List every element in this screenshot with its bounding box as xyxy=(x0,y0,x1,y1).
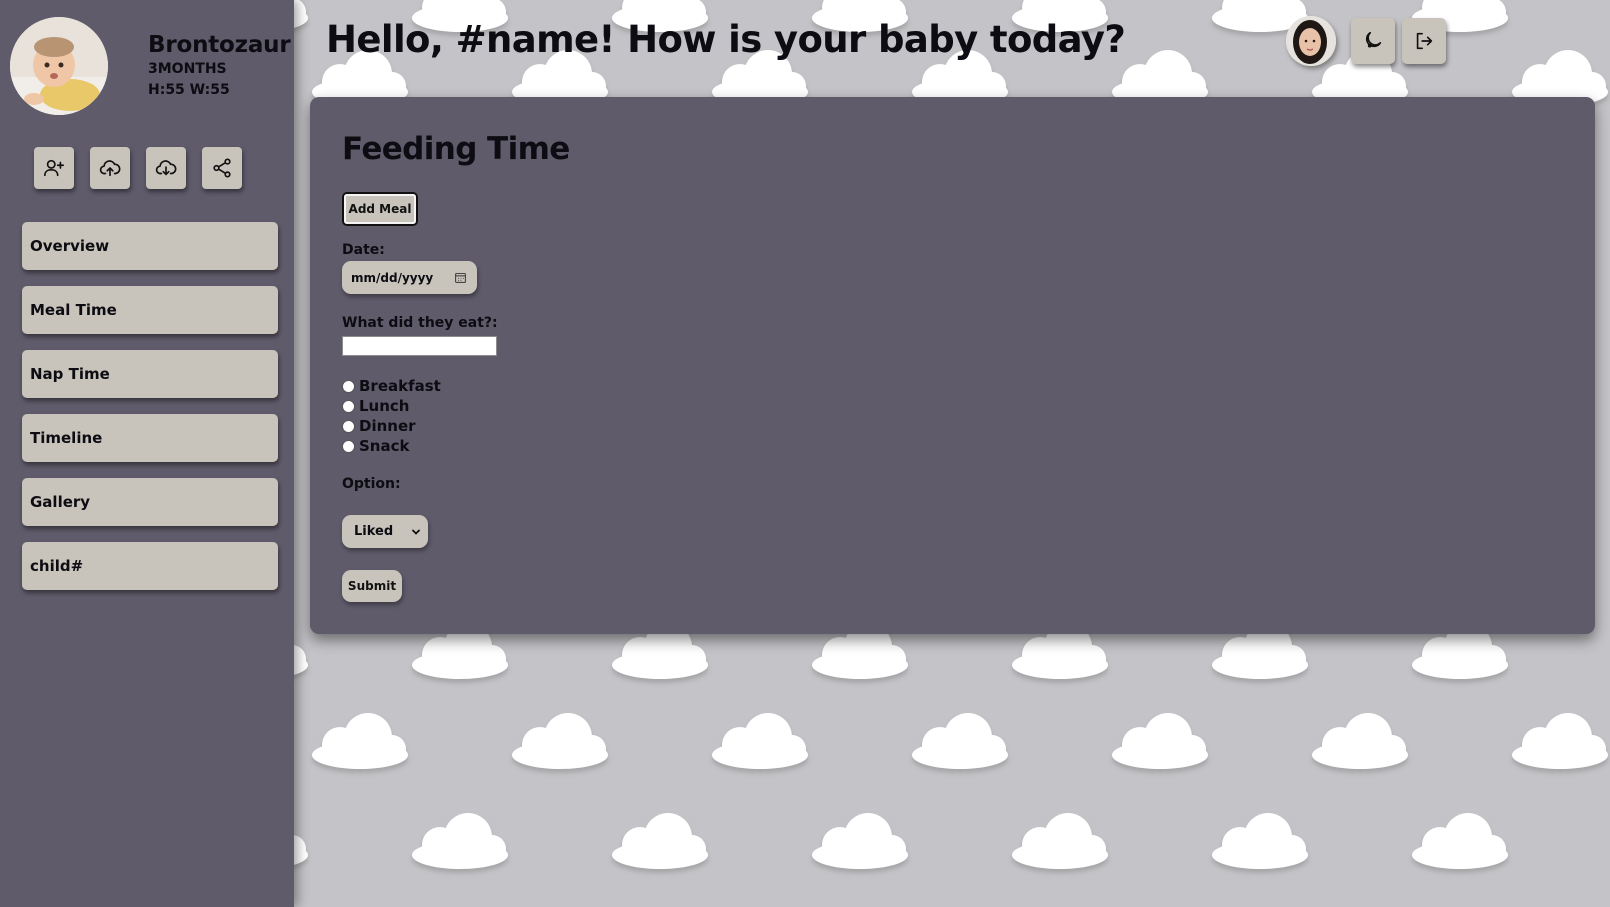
cloud-shape xyxy=(412,813,508,869)
baby-info: Brontozaur 3MONTHS H:55 W:55 xyxy=(148,32,291,100)
cloud-upload-icon xyxy=(99,160,121,177)
radio-button[interactable] xyxy=(342,439,355,453)
moon-icon xyxy=(1365,31,1382,48)
sidebar-item-gallery[interactable]: Gallery xyxy=(22,478,278,526)
cloud-download-icon xyxy=(155,160,177,176)
sidebar-actions xyxy=(34,147,242,189)
calendar-icon[interactable] xyxy=(454,271,467,284)
cloud-shape xyxy=(1512,713,1608,769)
logout-button[interactable] xyxy=(1402,18,1446,64)
cloud-shape xyxy=(812,813,908,869)
sidebar-item-timeline[interactable]: Timeline xyxy=(22,414,278,462)
baby-measurements: H:55 W:55 xyxy=(148,82,230,98)
date-input[interactable]: mm/dd/yyyy xyxy=(342,261,477,294)
baby-photo-image xyxy=(10,17,108,115)
sidebar-item-child[interactable]: child# xyxy=(22,542,278,590)
sidebar-item-meal-time[interactable]: Meal Time xyxy=(22,286,278,334)
radio-snack[interactable]: Snack xyxy=(342,436,441,456)
radio-label: Breakfast xyxy=(359,377,441,395)
upload-button[interactable] xyxy=(90,147,130,189)
radio-button[interactable] xyxy=(342,419,355,433)
baby-name: Brontozaur xyxy=(148,32,291,58)
cloud-shape xyxy=(1212,813,1308,869)
cloud-shape xyxy=(1412,813,1508,869)
add-user-icon xyxy=(44,159,64,177)
add-meal-button[interactable]: Add Meal xyxy=(342,192,418,226)
theme-toggle-button[interactable] xyxy=(1351,18,1395,64)
date-placeholder: mm/dd/yyyy xyxy=(351,270,434,285)
cloud-shape xyxy=(1112,713,1208,769)
radio-button[interactable] xyxy=(342,399,355,413)
cloud-shape xyxy=(1312,713,1408,769)
radio-label: Snack xyxy=(359,437,410,455)
radio-dinner[interactable]: Dinner xyxy=(342,416,441,436)
option-label: Option: xyxy=(342,476,401,492)
cloud-shape xyxy=(612,813,708,869)
feeding-panel: Feeding Time Add Meal Date: mm/dd/yyyy W… xyxy=(310,97,1595,634)
radio-breakfast[interactable]: Breakfast xyxy=(342,376,441,396)
chevron-down-icon xyxy=(412,529,420,535)
radio-button[interactable] xyxy=(342,379,355,393)
cloud-shape xyxy=(512,713,608,769)
submit-button[interactable]: Submit xyxy=(342,570,402,602)
cloud-shape xyxy=(312,713,408,769)
page-greeting: Hello, #name! How is your baby today? xyxy=(326,18,1126,61)
radio-lunch[interactable]: Lunch xyxy=(342,396,441,416)
user-avatar[interactable] xyxy=(1286,16,1336,66)
meal-type-radio-group: Breakfast Lunch Dinner Snack xyxy=(342,376,441,456)
share-icon xyxy=(213,158,231,178)
add-child-button[interactable] xyxy=(34,147,74,189)
sidebar: Brontozaur 3MONTHS H:55 W:55 Overview Me… xyxy=(0,0,294,907)
radio-label: Lunch xyxy=(359,397,410,415)
baby-avatar[interactable] xyxy=(10,17,108,115)
sidebar-nav: Overview Meal Time Nap Time Timeline Gal… xyxy=(22,222,278,606)
logout-icon xyxy=(1416,32,1433,50)
sidebar-item-nap-time[interactable]: Nap Time xyxy=(22,350,278,398)
cloud-shape xyxy=(912,713,1008,769)
option-selected-value: Liked xyxy=(354,524,394,539)
option-select[interactable]: Liked xyxy=(342,515,428,548)
date-label: Date: xyxy=(342,242,385,258)
sidebar-item-overview[interactable]: Overview xyxy=(22,222,278,270)
download-button[interactable] xyxy=(146,147,186,189)
user-photo-image xyxy=(1286,16,1336,66)
radio-label: Dinner xyxy=(359,417,416,435)
baby-age: 3MONTHS xyxy=(148,61,227,77)
share-button[interactable] xyxy=(202,147,242,189)
cloud-shape xyxy=(712,713,808,769)
food-input[interactable] xyxy=(342,336,497,356)
panel-title: Feeding Time xyxy=(342,131,570,167)
eat-label: What did they eat?: xyxy=(342,315,498,331)
cloud-shape xyxy=(1012,813,1108,869)
